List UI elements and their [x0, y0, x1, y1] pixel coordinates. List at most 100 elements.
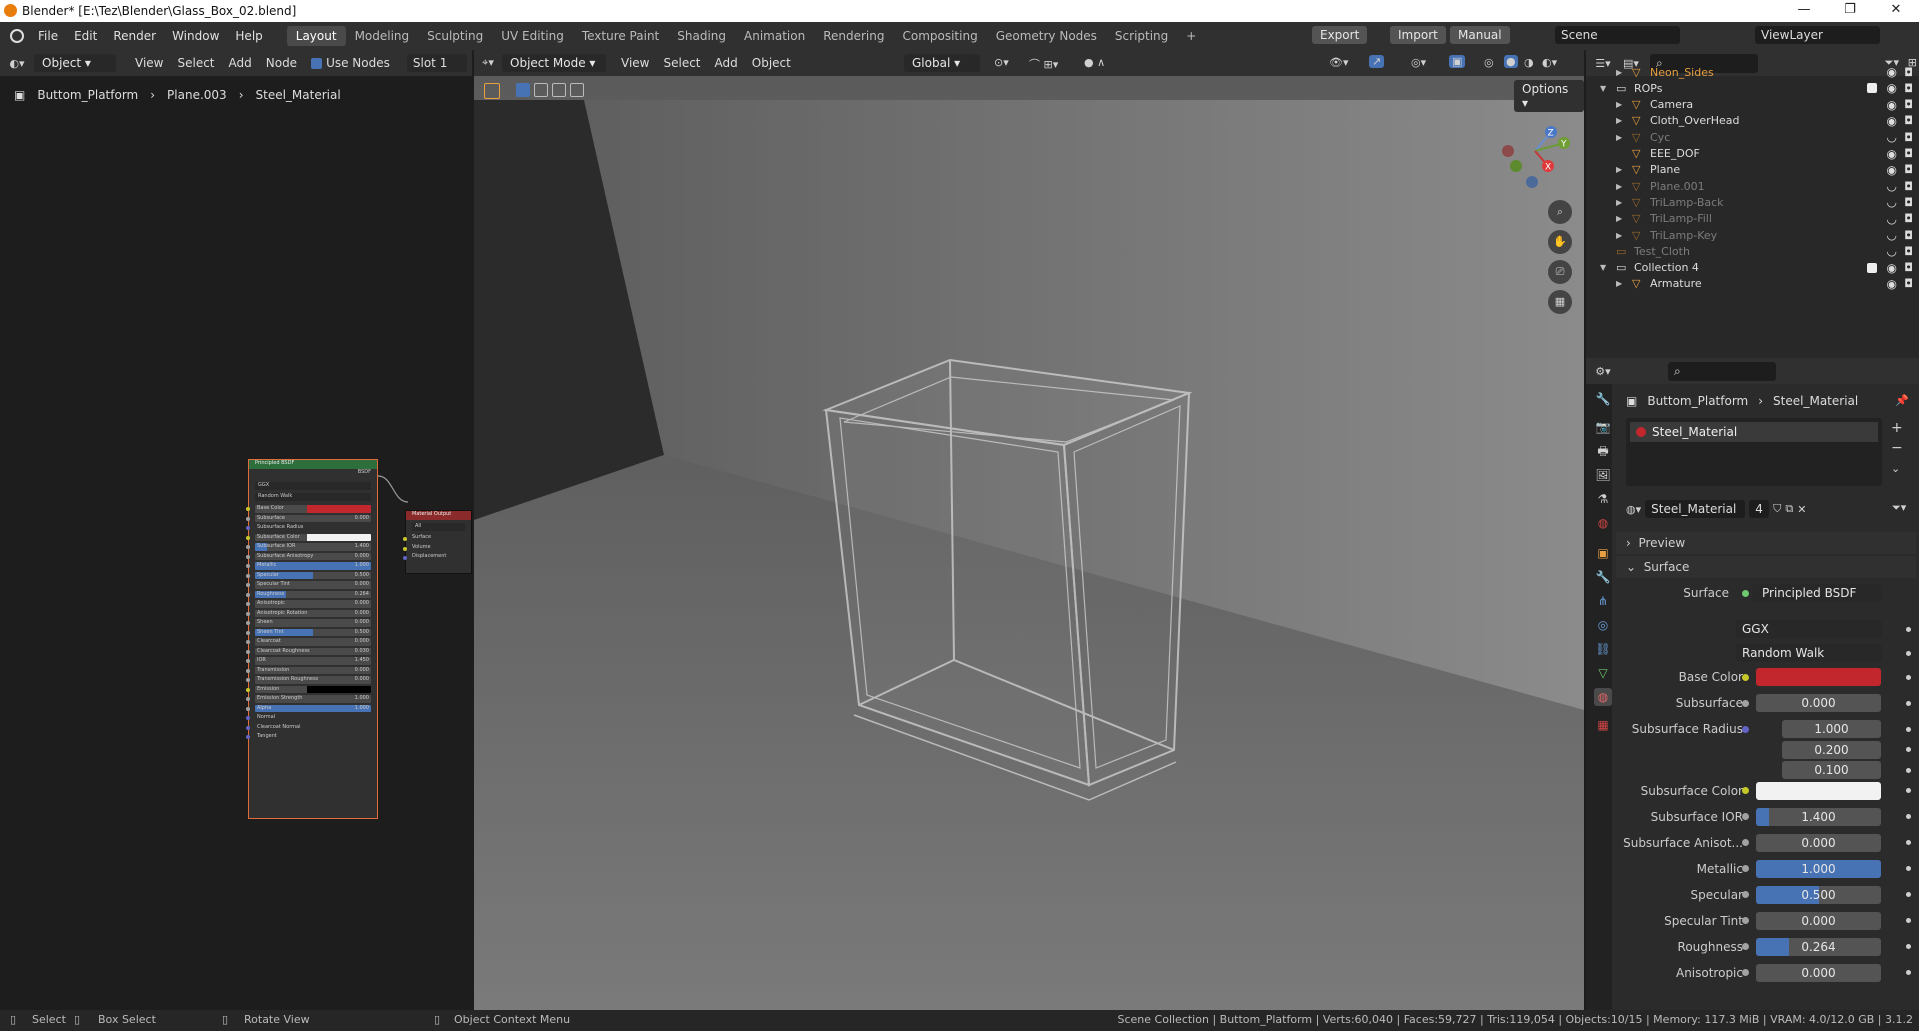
input-socket-icon[interactable] [246, 630, 250, 635]
visibility-eye-icon[interactable]: ◉ [1887, 163, 1897, 177]
sss-method-dropdown[interactable]: Random Walk [255, 493, 371, 501]
options-dropdown[interactable]: Options ▾ [1514, 80, 1584, 112]
surface-shader-dropdown[interactable]: Principled BSDF [1752, 584, 1882, 602]
input-socket-icon[interactable] [246, 678, 250, 682]
slot-specials-icon[interactable]: ⌄ [1891, 462, 1900, 475]
input-socket-icon[interactable] [1742, 969, 1749, 976]
perspective-grid-icon[interactable]: ▦ [1548, 290, 1572, 314]
pin-icon[interactable]: 📌 [1895, 394, 1909, 407]
tab-layout[interactable]: Layout [286, 26, 346, 46]
property-value-field[interactable]: 0.500 [1756, 885, 1881, 904]
input-socket-icon[interactable] [1742, 943, 1749, 950]
expand-arrow-icon[interactable]: ▶ [1616, 231, 1622, 240]
input-socket-icon[interactable] [246, 649, 250, 654]
distribution-dropdown[interactable]: GGX [255, 482, 371, 490]
surface-panel-header[interactable]: ⌄ Surface [1616, 556, 1916, 578]
input-socket-icon[interactable] [246, 640, 250, 644]
fake-user-icon[interactable]: ⛉ [1773, 502, 1781, 516]
menu-render[interactable]: Render [105, 29, 164, 43]
input-socket-icon[interactable] [1742, 839, 1749, 846]
visibility-eye-icon[interactable]: ◉ [1887, 98, 1897, 112]
property-value-field[interactable]: 0.200 [1782, 740, 1881, 759]
keyframe-dot-icon[interactable] [1906, 918, 1911, 923]
node-input-row[interactable]: Transmission 0.000 [246, 666, 377, 676]
duplicate-material-icon[interactable]: ⧉ [1785, 502, 1793, 516]
node-input-row[interactable]: Emission Strength 1.000 [246, 694, 377, 704]
distribution-dropdown[interactable]: GGX [1736, 620, 1882, 638]
render-camera-icon[interactable]: ◘ [1904, 163, 1913, 176]
menu-object[interactable]: Object [745, 56, 798, 70]
shading-material-icon[interactable]: ◑ [1524, 56, 1534, 69]
render-tab-icon[interactable]: 📷 [1594, 418, 1612, 436]
node-color-swatch[interactable] [307, 533, 371, 541]
tab-uv-editing[interactable]: UV Editing [492, 26, 573, 46]
camera-view-icon[interactable]: ⎚ [1548, 260, 1572, 284]
principled-bsdf-node[interactable]: Principled BSDF BSDF GGX Random Walk Bas… [246, 459, 378, 819]
visibility-eye-icon[interactable]: ◉ [1887, 261, 1897, 275]
tab-animation[interactable]: Animation [735, 26, 814, 46]
tab-shading[interactable]: Shading [668, 26, 735, 46]
visibility-eye-icon[interactable]: ◡ [1887, 130, 1897, 144]
menu-add[interactable]: Add [708, 56, 745, 70]
input-socket-icon[interactable] [246, 725, 250, 730]
node-input-row[interactable]: Subsurface Anisotropy 0.000 [246, 552, 377, 562]
proportional-edit-icon[interactable]: ● ∧ [1084, 56, 1105, 69]
keyframe-dot-icon[interactable] [1906, 767, 1911, 773]
tool-select-icon[interactable] [484, 83, 500, 99]
view-layer-tab-icon[interactable]: 🖼 [1594, 466, 1612, 484]
scene-tab-icon[interactable]: ⚗ [1594, 490, 1612, 508]
visibility-icon[interactable]: 👁▾ [1329, 56, 1349, 69]
expand-arrow-icon[interactable]: ▶ [1616, 198, 1622, 207]
input-socket-icon[interactable] [246, 507, 250, 511]
select-subtract-icon[interactable] [552, 83, 566, 97]
node-input-row[interactable]: IOR 1.450 [246, 656, 377, 666]
output-tab-icon[interactable]: 🖶 [1594, 442, 1612, 460]
render-camera-icon[interactable]: ◘ [1904, 131, 1913, 144]
input-socket-icon[interactable] [246, 573, 250, 578]
node-input-row[interactable]: Sheen 0.000 [246, 618, 377, 628]
menu-help[interactable]: Help [227, 29, 270, 43]
object-tab-icon[interactable]: ▣ [1594, 544, 1612, 562]
visibility-eye-icon[interactable]: ◡ [1887, 179, 1897, 193]
input-socket-icon[interactable] [246, 602, 250, 606]
render-camera-icon[interactable]: ◘ [1904, 180, 1913, 193]
node-input-row[interactable]: Alpha 1.000 [246, 704, 377, 714]
add-slot-icon[interactable]: + [1891, 420, 1903, 436]
output-target-dropdown[interactable]: All [412, 523, 465, 531]
sss-method-dropdown[interactable]: Random Walk [1736, 644, 1882, 662]
maximize-button[interactable]: ❐ [1827, 0, 1873, 22]
render-camera-icon[interactable]: ◘ [1904, 147, 1913, 160]
property-value-field[interactable]: 0.000 [1756, 694, 1881, 712]
property-value-field[interactable]: 0.100 [1782, 761, 1881, 779]
visibility-eye-icon[interactable]: ◉ [1887, 147, 1897, 161]
close-button[interactable]: ✕ [1873, 0, 1919, 22]
input-socket-icon[interactable] [246, 735, 250, 739]
expand-arrow-icon[interactable]: ▶ [1616, 182, 1622, 191]
keyframe-dot-icon[interactable] [1906, 747, 1911, 752]
material-users-count[interactable]: 4 [1749, 500, 1770, 518]
menu-view[interactable]: View [128, 56, 170, 70]
property-value-field[interactable]: 0.000 [1756, 911, 1881, 930]
node-input-row[interactable]: Base Color [246, 504, 377, 514]
input-socket-icon[interactable] [246, 621, 250, 625]
editor-type-icon[interactable]: ⌖▾ [474, 56, 502, 70]
menu-select[interactable]: Select [170, 56, 221, 70]
node-color-swatch[interactable] [307, 685, 371, 693]
visibility-eye-icon[interactable]: ◡ [1887, 212, 1897, 226]
visibility-eye-icon[interactable]: ◉ [1887, 277, 1897, 291]
slot-dropdown[interactable]: Slot 1 [406, 54, 467, 72]
input-socket-icon[interactable] [1742, 865, 1749, 872]
node-input-row[interactable]: Clearcoat 0.000 [246, 637, 377, 647]
properties-editor[interactable]: ⚙▾ ⌕ 🔧 📷 🖶 🖼 ⚗ ◍ ▣ 🔧 ⋔ ◎ ⛓ ▽ ◍ ▦ ▣ Butto… [1586, 358, 1919, 1010]
editor-type-icon[interactable]: ◐▾ [0, 57, 34, 70]
viewlayer-selector[interactable]: ViewLayer [1755, 26, 1880, 44]
keyframe-dot-icon[interactable] [1906, 700, 1911, 706]
tab-scripting[interactable]: Scripting [1106, 26, 1177, 46]
node-input-row[interactable]: Specular 0.500 [246, 571, 377, 581]
input-socket-icon[interactable] [1742, 917, 1749, 924]
input-socket-icon[interactable] [246, 516, 250, 521]
expand-arrow-icon[interactable]: ▶ [1616, 279, 1622, 288]
expand-arrow-icon[interactable]: ▶ [1616, 116, 1622, 125]
menu-file[interactable]: File [30, 29, 66, 43]
select-new-icon[interactable] [516, 83, 530, 97]
